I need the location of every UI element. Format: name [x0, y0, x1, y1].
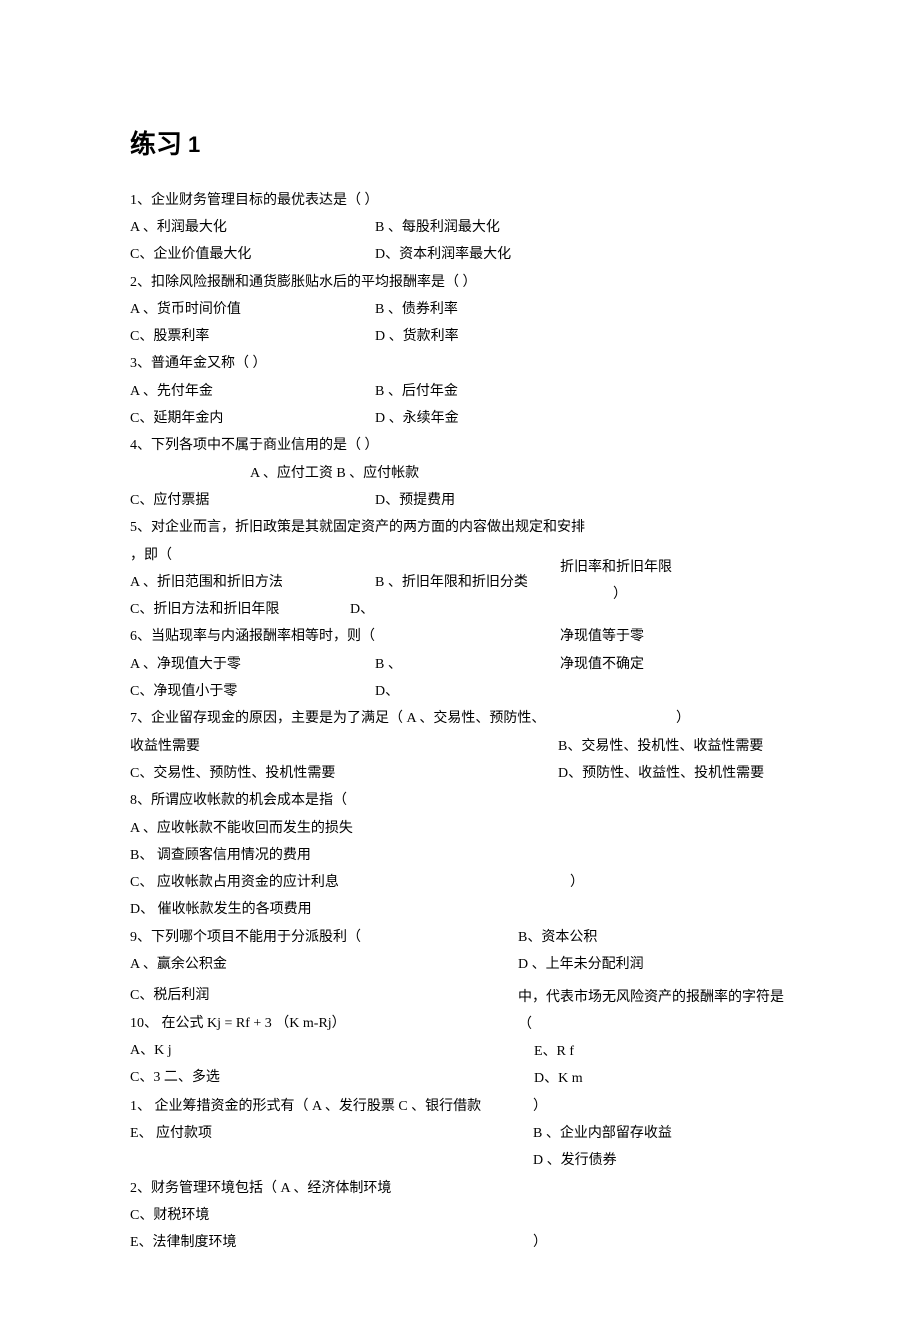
q5-stem-line1: 5、对企业而言，折旧政策是其就固定资产的两方面的内容做出规定和安排 — [130, 514, 790, 541]
q10-option-a: A、K j — [130, 1037, 510, 1064]
title-text: 练习 — [130, 130, 182, 159]
q5-stem-line2: ，即（ — [130, 542, 530, 569]
q4-option-c: C、应付票据 — [130, 487, 375, 514]
q8-option-c: C、 应收帐款占用资金的应计利息 — [130, 869, 530, 896]
q4-options-ab: A 、应付工资 B 、应付帐款 — [130, 460, 790, 487]
q5-option-d: D、 — [350, 596, 374, 623]
q7-option-c: C、交易性、预防性、投机性需要 — [130, 760, 550, 787]
q2-option-b: B 、债券利率 — [375, 296, 790, 323]
title-number: 1 — [188, 132, 200, 157]
m2-right-paren: ） — [533, 1229, 790, 1256]
q3-option-b: B 、后付年金 — [375, 378, 790, 405]
q5-option-c: C、折旧方法和折旧年限 — [130, 596, 350, 623]
q8-option-b: B、 调查顾客信用情况的费用 — [130, 842, 530, 869]
q10-option-e: E、R f — [518, 1038, 790, 1065]
m2-stem: 2、财务管理环境包括（ A 、经济体制环境 — [130, 1175, 525, 1202]
q2-stem: 2、扣除风险报酬和通货膨胀贴水后的平均报酬率是（ ） — [130, 269, 790, 296]
q9-option-c: C、税后利润 — [130, 982, 510, 1009]
q8-stem: 8、所谓应收帐款的机会成本是指（ — [130, 787, 530, 814]
q6-right-line2: 净现值不确定 — [560, 651, 790, 678]
q1-option-d: D、资本利润率最大化 — [375, 241, 790, 268]
q3-option-a: A 、先付年金 — [130, 378, 375, 405]
q10-option-d: D、K m — [518, 1065, 790, 1092]
q6-option-a: A 、净现值大于零 — [130, 651, 375, 678]
q9-option-b: B、资本公积 — [518, 924, 790, 951]
q6-right-line1: 净现值等于零 — [560, 623, 790, 650]
m2-option-c: C、财税环境 — [130, 1202, 525, 1229]
q7-option-d: D、预防性、收益性、投机性需要 — [558, 760, 790, 787]
q6-stem: 6、当贴现率与内涵报酬率相等时，则（ — [130, 623, 530, 650]
q10-right-line1: 中，代表市场无风险资产的报酬率的字符是（ — [518, 984, 790, 1039]
q6-option-d-mark: D、 — [375, 678, 399, 705]
q9-option-d: D 、上年未分配利润 — [518, 951, 790, 978]
q8-option-d: D、 催收帐款发生的各项费用 — [130, 896, 530, 923]
q1-option-a: A 、利润最大化 — [130, 214, 375, 241]
q7-stem: 7、企业留存现金的原因，主要是为了满足（ A 、交易性、预防性、收益性需要 — [130, 705, 550, 760]
q10-stem: 10、 在公式 Kj = Rf + 3 （K m-Rj） — [130, 1010, 510, 1037]
q3-stem: 3、普通年金又称（ ） — [130, 350, 790, 377]
q3-option-d: D 、永续年金 — [375, 405, 790, 432]
q4-option-d: D、预提费用 — [375, 487, 790, 514]
m1-stem: 1、 企业筹措资金的形式有（ A 、发行股票 C 、银行借款 — [130, 1093, 525, 1120]
document-page: 练习1 1、企业财务管理目标的最优表达是（ ） A 、利润最大化 B 、每股利润… — [0, 0, 920, 1317]
q1-option-c: C、企业价值最大化 — [130, 241, 375, 268]
m1-option-e: E、 应付款项 — [130, 1120, 525, 1147]
m1-option-b: B 、企业内部留存收益 — [533, 1120, 790, 1147]
m2-option-e: E、法律制度环境 — [130, 1229, 525, 1256]
q10-option-c: C、3 二、多选 — [130, 1064, 510, 1091]
q5-right-paren: ） — [560, 581, 680, 608]
q5-option-b: B 、折旧年限和折旧分类 — [375, 569, 528, 596]
q3-option-c: C、延期年金内 — [130, 405, 375, 432]
q1-option-b: B 、每股利润最大化 — [375, 214, 790, 241]
q6-option-b-mark: B 、 — [375, 651, 402, 678]
q9-option-a: A 、赢余公积金 — [130, 951, 510, 978]
q4-stem: 4、下列各项中不属于商业信用的是（ ） — [130, 432, 790, 459]
q7-option-b: B、交易性、投机性、收益性需要 — [558, 733, 790, 760]
q5-option-a: A 、折旧范围和折旧方法 — [130, 569, 375, 596]
m1-right-paren: ） — [533, 1093, 790, 1120]
m1-option-d: D 、发行债券 — [533, 1147, 790, 1174]
q5-right-text: 折旧率和折旧年限 — [560, 554, 790, 581]
q2-option-a: A 、货币时间价值 — [130, 296, 375, 323]
q6-option-c: C、净现值小于零 — [130, 678, 375, 705]
q2-option-d: D 、货款利率 — [375, 323, 790, 350]
page-title: 练习1 — [130, 120, 790, 171]
q1-stem: 1、企业财务管理目标的最优表达是（ ） — [130, 187, 790, 214]
q8-option-a: A 、应收帐款不能收回而发生的损失 — [130, 815, 530, 842]
q8-right-paren: ） — [570, 869, 790, 896]
q2-option-c: C、股票利率 — [130, 323, 375, 350]
q7-right-paren: ） — [558, 705, 790, 732]
q9-stem: 9、下列哪个项目不能用于分派股利（ — [130, 924, 510, 951]
